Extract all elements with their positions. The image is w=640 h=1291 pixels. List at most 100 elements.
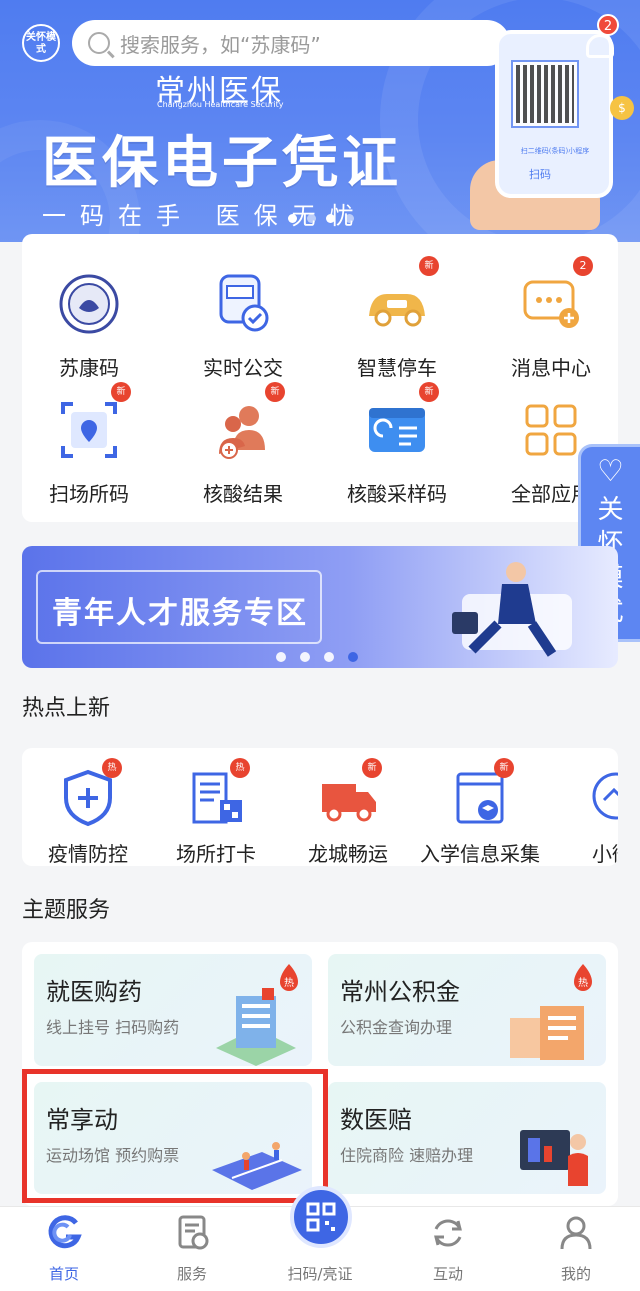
theme-section-title: 主题服务 — [22, 898, 111, 923]
banner-slogan: 医保电子凭证 — [42, 131, 402, 196]
tile-insurance-claims[interactable]: 数医赔 住院商险 速赔办理 — [328, 1082, 606, 1194]
message-icon: 2 — [511, 256, 593, 344]
badge-count: 2 — [573, 256, 593, 276]
badge-new: 新 — [419, 256, 439, 276]
grid-item-nucleic-result[interactable]: 新 核酸结果 — [168, 382, 318, 507]
building-qr-icon: 热 — [184, 758, 250, 830]
pager-dot — [324, 652, 334, 662]
scan-qr-button[interactable] — [290, 1186, 352, 1248]
hot-item-logistics[interactable]: 新 龙城畅运 — [278, 758, 418, 866]
document-clock-icon — [172, 1213, 212, 1253]
hospital-illustration — [216, 988, 296, 1066]
org-name-en: Changzhou Healthcare Security — [157, 100, 284, 109]
tile-subtitle: 线上挂号 扫码购药 — [46, 1018, 180, 1037]
badge-new: 新 — [419, 382, 439, 402]
function-grid: 苏康码 实时公交 新 智慧停车 2 消息中心 新 扫场所码 新 核酸结果 新 核… — [22, 234, 618, 522]
promo-title: 青年人才服务专区 — [52, 596, 308, 631]
home-logo-icon — [44, 1213, 84, 1253]
pager-dot — [288, 214, 297, 223]
bus-icon — [203, 264, 283, 344]
runner-illustration — [452, 562, 572, 657]
hot-item-enrollment[interactable]: 新 入学信息采集 — [410, 758, 550, 866]
truck-icon: 新 — [316, 758, 382, 830]
tab-label: 服务 — [176, 1265, 207, 1283]
badge-hot: 热 — [102, 758, 122, 778]
people-icon: 新 — [203, 382, 285, 470]
phone-caption: 扫二维码(条码)小程序 — [520, 147, 590, 155]
small-business-icon — [580, 766, 618, 830]
hot-item-label: 场所打卡 — [176, 842, 256, 866]
card-icon: 新 — [357, 382, 439, 470]
user-icon — [556, 1213, 596, 1253]
badge-new: 新 — [265, 382, 285, 402]
hot-services-row: 热 疫情防控 热 场所打卡 新 龙城畅运 新 入学信息采集 小微 — [22, 748, 618, 866]
grid-item-label: 苏康码 — [59, 356, 119, 380]
tab-label: 首页 — [48, 1265, 79, 1283]
pager-dot — [326, 214, 335, 223]
tab-services[interactable]: 服务 — [142, 1213, 242, 1284]
tile-title: 就医购药 — [46, 978, 142, 1006]
search-placeholder: 搜索服务，如“苏康码” — [120, 32, 321, 57]
pager-dot — [348, 652, 358, 662]
hot-section-title: 热点上新 — [22, 696, 111, 721]
grid-item-nucleic-code[interactable]: 新 核酸采样码 — [322, 382, 472, 507]
grid-item-bus[interactable]: 实时公交 — [168, 264, 318, 381]
scan-location-icon: 新 — [49, 382, 131, 470]
grid-item-scan-venue[interactable]: 新 扫场所码 — [14, 382, 164, 507]
car-icon: 新 — [357, 256, 439, 344]
grid-item-parking[interactable]: 新 智慧停车 — [322, 256, 472, 381]
pager-dot — [300, 652, 310, 662]
badge-new: 新 — [494, 758, 514, 778]
grid-item-sukangma[interactable]: 苏康码 — [14, 264, 164, 381]
tab-label: 互动 — [432, 1265, 463, 1283]
care-mode-badge[interactable]: 关怀模式 — [22, 24, 60, 62]
documents-illustration — [510, 1006, 584, 1060]
hero-banner[interactable]: 关怀模式 搜索服务，如“苏康码” 常州医保 Changzhou Healthca… — [0, 0, 640, 242]
search-icon — [88, 32, 110, 54]
grid-item-label: 扫场所码 — [49, 482, 129, 506]
badge-new: 新 — [111, 382, 131, 402]
badge-hot: 热 — [230, 758, 250, 778]
school-form-icon: 新 — [448, 758, 514, 830]
badge-new: 新 — [362, 758, 382, 778]
pager-dot — [276, 652, 286, 662]
tab-mine[interactable]: 我的 — [526, 1213, 626, 1284]
grid-item-label: 核酸结果 — [203, 482, 283, 506]
tile-title: 数医赔 — [340, 1106, 412, 1134]
hot-item-smallbiz[interactable]: 小微 — [542, 766, 618, 866]
promo-pager — [276, 652, 358, 662]
refresh-cycle-icon — [428, 1213, 468, 1253]
tile-title: 常州公积金 — [340, 978, 460, 1006]
qr-code-icon — [511, 60, 579, 128]
pager-dot — [345, 214, 354, 223]
shield-plus-icon: 热 — [56, 758, 122, 830]
tile-subtitle: 公积金查询办理 — [340, 1018, 453, 1037]
notification-count-badge: 2 — [597, 14, 619, 36]
qr-code-icon — [306, 1202, 336, 1232]
tab-interact[interactable]: 互动 — [398, 1213, 498, 1284]
sukangma-emblem-icon — [49, 264, 129, 344]
doctor-illustration — [520, 1130, 588, 1186]
grid-item-label: 核酸采样码 — [347, 482, 447, 506]
hot-item-label: 疫情防控 — [48, 842, 128, 866]
tab-label: 扫码/亮证 — [287, 1265, 353, 1283]
coin-icon: $ — [610, 96, 634, 120]
grid-item-label: 智慧停车 — [357, 356, 437, 380]
grid-item-messages[interactable]: 2 消息中心 — [476, 256, 626, 381]
tile-medical[interactable]: 就医购药 线上挂号 扫码购药 热 — [34, 954, 312, 1066]
tile-housing-fund[interactable]: 常州公积金 公积金查询办理 热 — [328, 954, 606, 1066]
hot-item-label: 龙城畅运 — [308, 842, 388, 866]
hot-item-label: 入学信息采集 — [420, 842, 540, 866]
hot-item-checkin[interactable]: 热 场所打卡 — [146, 758, 286, 866]
tab-home[interactable]: 首页 — [14, 1213, 114, 1284]
selection-highlight-box — [22, 1069, 328, 1203]
pager-dot — [307, 214, 316, 223]
search-bar[interactable]: 搜索服务，如“苏康码” — [72, 20, 510, 66]
tile-subtitle: 住院商险 速赔办理 — [340, 1146, 474, 1165]
tab-label: 我的 — [560, 1265, 591, 1283]
grid-item-label: 实时公交 — [203, 356, 283, 380]
promo-banner[interactable]: 青年人才服务专区 — [22, 546, 618, 668]
phone-scan-label: 扫码 — [529, 168, 551, 181]
hot-item-epidemic[interactable]: 热 疫情防控 — [22, 758, 158, 866]
banner-pager — [288, 214, 354, 223]
